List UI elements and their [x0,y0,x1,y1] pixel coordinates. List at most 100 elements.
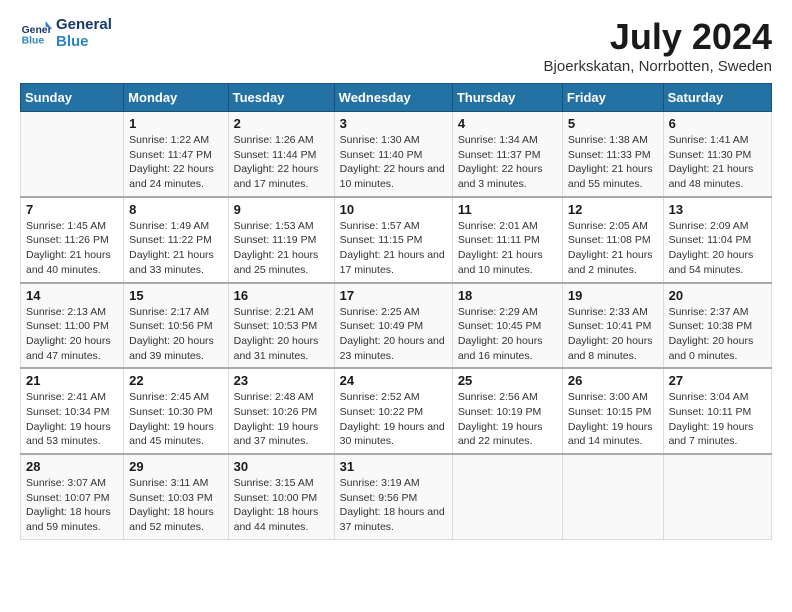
day-info: Sunrise: 2:37 AMSunset: 10:38 PMDaylight… [669,305,766,364]
calendar-day-cell: 5Sunrise: 1:38 AMSunset: 11:33 PMDayligh… [562,112,663,197]
calendar-day-cell [21,112,124,197]
weekday-header-row: SundayMondayTuesdayWednesdayThursdayFrid… [21,84,772,112]
day-number: 16 [234,288,329,303]
calendar-day-cell: 6 Sunrise: 1:41 AMSunset: 11:30 PMDayligh… [663,112,771,197]
calendar-day-cell: 8 Sunrise: 1:49 AMSunset: 11:22 PMDayligh… [124,197,228,283]
day-number: 19 [568,288,658,303]
day-info: Sunrise: 1:38 AMSunset: 11:33 PMDaylight… [568,133,658,192]
day-info: Sunrise: 2:29 AMSunset: 10:45 PMDaylight… [458,305,557,364]
calendar-day-cell: 31 Sunrise: 3:19 AMSunset: 9:56 PMDayligh… [334,454,452,539]
day-number: 12 [568,202,658,217]
day-info: Sunrise: 2:05 AMSunset: 11:08 PMDaylight… [568,219,658,278]
day-info: Sunrise: 1:49 AMSunset: 11:22 PMDaylight… [129,219,222,278]
day-number: 3 [340,116,447,131]
calendar-day-cell: 2Sunrise: 1:26 AMSunset: 11:44 PMDayligh… [228,112,334,197]
logo-blue: Blue [56,33,112,50]
day-number: 18 [458,288,557,303]
day-number: 8 [129,202,222,217]
day-number: 7 [26,202,118,217]
day-info: Sunrise: 3:19 AMSunset: 9:56 PMDaylight:… [340,476,447,535]
weekday-header-tuesday: Tuesday [228,84,334,112]
day-info: Sunrise: 2:01 AMSunset: 11:11 PMDaylight… [458,219,557,278]
day-info: Sunrise: 2:17 AMSunset: 10:56 PMDaylight… [129,305,222,364]
title-section: July 2024 Bjoerkskatan, Norrbotten, Swed… [544,16,772,75]
weekday-header-monday: Monday [124,84,228,112]
calendar-day-cell: 3 Sunrise: 1:30 AMSunset: 11:40 PMDayligh… [334,112,452,197]
calendar-day-cell: 15Sunrise: 2:17 AMSunset: 10:56 PMDaylig… [124,283,228,369]
day-info: Sunrise: 2:33 AMSunset: 10:41 PMDaylight… [568,305,658,364]
calendar-day-cell [562,454,663,539]
day-number: 26 [568,373,658,388]
svg-text:Blue: Blue [22,35,45,46]
day-info: Sunrise: 2:09 AMSunset: 11:04 PMDaylight… [669,219,766,278]
calendar-day-cell: 22Sunrise: 2:45 AMSunset: 10:30 PMDaylig… [124,368,228,454]
day-info: Sunrise: 2:52 AMSunset: 10:22 PMDaylight… [340,390,447,449]
weekday-header-sunday: Sunday [21,84,124,112]
calendar-day-cell: 30 Sunrise: 3:15 AMSunset: 10:00 PMDaylig… [228,454,334,539]
calendar-day-cell [663,454,771,539]
day-info: Sunrise: 1:30 AMSunset: 11:40 PMDaylight… [340,133,447,192]
month-year-title: July 2024 [544,16,772,58]
day-info: Sunrise: 2:48 AMSunset: 10:26 PMDaylight… [234,390,329,449]
logo-general: General [56,16,112,33]
day-info: Sunrise: 3:15 AMSunset: 10:00 PMDaylight… [234,476,329,535]
calendar-day-cell: 17 Sunrise: 2:25 AMSunset: 10:49 PMDaylig… [334,283,452,369]
calendar-day-cell: 13Sunrise: 2:09 AMSunset: 11:04 PMDaylig… [663,197,771,283]
calendar-day-cell: 16 Sunrise: 2:21 AMSunset: 10:53 PMDaylig… [228,283,334,369]
day-info: Sunrise: 1:34 AMSunset: 11:37 PMDaylight… [458,133,557,192]
day-number: 2 [234,116,329,131]
location-subtitle: Bjoerkskatan, Norrbotten, Sweden [544,58,772,75]
calendar-day-cell: 11 Sunrise: 2:01 AMSunset: 11:11 PMDaylig… [452,197,562,283]
day-number: 11 [458,202,557,217]
calendar-day-cell: 25 Sunrise: 2:56 AMSunset: 10:19 PMDaylig… [452,368,562,454]
day-number: 28 [26,459,118,474]
day-info: Sunrise: 3:07 AMSunset: 10:07 PMDaylight… [26,476,118,535]
calendar-day-cell: 23 Sunrise: 2:48 AMSunset: 10:26 PMDaylig… [228,368,334,454]
calendar-table: SundayMondayTuesdayWednesdayThursdayFrid… [20,83,772,540]
calendar-day-cell: 4 Sunrise: 1:34 AMSunset: 11:37 PMDayligh… [452,112,562,197]
day-info: Sunrise: 3:04 AMSunset: 10:11 PMDaylight… [669,390,766,449]
calendar-day-cell: 26 Sunrise: 3:00 AMSunset: 10:15 PMDaylig… [562,368,663,454]
day-number: 20 [669,288,766,303]
day-info: Sunrise: 2:25 AMSunset: 10:49 PMDaylight… [340,305,447,364]
day-info: Sunrise: 2:56 AMSunset: 10:19 PMDaylight… [458,390,557,449]
day-number: 25 [458,373,557,388]
day-info: Sunrise: 2:13 AMSunset: 11:00 PMDaylight… [26,305,118,364]
day-number: 14 [26,288,118,303]
day-info: Sunrise: 1:22 AMSunset: 11:47 PMDaylight… [129,133,222,192]
calendar-day-cell: 27 Sunrise: 3:04 AMSunset: 10:11 PMDaylig… [663,368,771,454]
day-number: 30 [234,459,329,474]
day-info: Sunrise: 3:00 AMSunset: 10:15 PMDaylight… [568,390,658,449]
logo: General Blue General Blue [20,16,112,50]
day-info: Sunrise: 2:41 AMSunset: 10:34 PMDaylight… [26,390,118,449]
day-number: 24 [340,373,447,388]
day-info: Sunrise: 1:45 AMSunset: 11:26 PMDaylight… [26,219,118,278]
day-number: 31 [340,459,447,474]
calendar-day-cell: 1Sunrise: 1:22 AMSunset: 11:47 PMDayligh… [124,112,228,197]
calendar-day-cell [452,454,562,539]
calendar-week-row: 7 Sunrise: 1:45 AMSunset: 11:26 PMDayligh… [21,197,772,283]
day-info: Sunrise: 1:41 AMSunset: 11:30 PMDaylight… [669,133,766,192]
calendar-week-row: 14 Sunrise: 2:13 AMSunset: 11:00 PMDaylig… [21,283,772,369]
calendar-day-cell: 10Sunrise: 1:57 AMSunset: 11:15 PMDaylig… [334,197,452,283]
calendar-week-row: 28 Sunrise: 3:07 AMSunset: 10:07 PMDaylig… [21,454,772,539]
weekday-header-wednesday: Wednesday [334,84,452,112]
day-info: Sunrise: 2:21 AMSunset: 10:53 PMDaylight… [234,305,329,364]
calendar-day-cell: 29Sunrise: 3:11 AMSunset: 10:03 PMDaylig… [124,454,228,539]
day-info: Sunrise: 1:53 AMSunset: 11:19 PMDaylight… [234,219,329,278]
calendar-day-cell: 12 Sunrise: 2:05 AMSunset: 11:08 PMDaylig… [562,197,663,283]
day-number: 27 [669,373,766,388]
day-number: 21 [26,373,118,388]
calendar-day-cell: 20 Sunrise: 2:37 AMSunset: 10:38 PMDaylig… [663,283,771,369]
calendar-day-cell: 21 Sunrise: 2:41 AMSunset: 10:34 PMDaylig… [21,368,124,454]
day-number: 23 [234,373,329,388]
calendar-day-cell: 14 Sunrise: 2:13 AMSunset: 11:00 PMDaylig… [21,283,124,369]
day-info: Sunrise: 1:57 AMSunset: 11:15 PMDaylight… [340,219,447,278]
day-number: 6 [669,116,766,131]
day-number: 9 [234,202,329,217]
day-number: 4 [458,116,557,131]
calendar-day-cell: 9 Sunrise: 1:53 AMSunset: 11:19 PMDayligh… [228,197,334,283]
calendar-week-row: 1Sunrise: 1:22 AMSunset: 11:47 PMDayligh… [21,112,772,197]
calendar-day-cell: 18 Sunrise: 2:29 AMSunset: 10:45 PMDaylig… [452,283,562,369]
day-number: 17 [340,288,447,303]
